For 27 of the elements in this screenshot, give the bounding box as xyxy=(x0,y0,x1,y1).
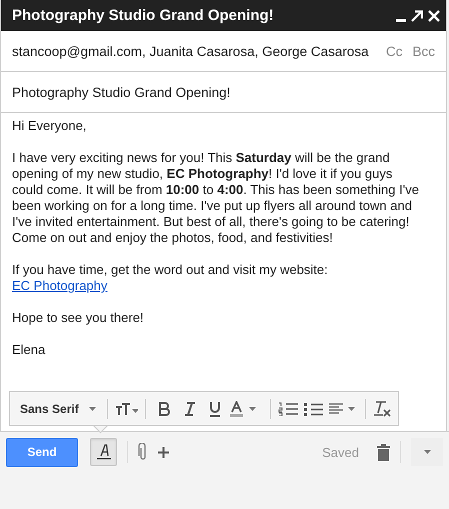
dropdown-icon xyxy=(424,450,430,454)
font-dropdown[interactable]: Sans Serif xyxy=(16,398,100,418)
website-link[interactable]: EC Photography xyxy=(12,278,108,293)
pop-out-icon[interactable] xyxy=(411,10,423,22)
bcc-link[interactable]: Bcc xyxy=(412,44,435,58)
message-paragraph: If you have time, get the word out and visit my website: EC Photography xyxy=(12,262,329,294)
saved-status: Saved xyxy=(322,444,359,460)
message-paragraph: Hope to see you there! xyxy=(12,310,145,326)
recipients-field[interactable]: stancoop@gmail.com, Juanita Casarosa, George Casarosa xyxy=(12,44,376,58)
trash-icon[interactable] xyxy=(377,444,390,460)
text-format-icon xyxy=(96,444,110,460)
close-icon[interactable] xyxy=(428,10,440,22)
dropdown-icon xyxy=(88,406,96,410)
message-paragraph: I have very exciting news for you! This Saturday will be the grand opening of my new studio, EC Photography! I'd love it if you guys could come. It will be from 10:00 to 4:00. This has been something I've been working on for a long time. I've put up flyers all around town and I've invited entertainment. But best of all, there's going to be catering! Come on out and enjoy the photos, food, and festivities! xyxy=(12,150,420,246)
window-title: Photography Studio Grand Opening! xyxy=(12,7,275,24)
message-paragraph: Elena xyxy=(12,342,46,358)
numbered-list-icon[interactable] xyxy=(278,402,299,416)
text-size-icon[interactable] xyxy=(114,402,138,414)
cc-link[interactable]: Cc xyxy=(386,44,402,58)
formatting-toggle-button[interactable] xyxy=(90,438,117,466)
paperclip-icon[interactable] xyxy=(138,443,148,461)
align-icon[interactable] xyxy=(328,402,358,416)
message-paragraph: Hi Everyone, xyxy=(12,118,88,134)
clear-formatting-icon[interactable] xyxy=(372,400,392,418)
bulleted-list-icon[interactable] xyxy=(302,402,324,416)
plus-icon[interactable] xyxy=(158,446,169,458)
subject-field[interactable]: Photography Studio Grand Opening! xyxy=(12,84,435,100)
